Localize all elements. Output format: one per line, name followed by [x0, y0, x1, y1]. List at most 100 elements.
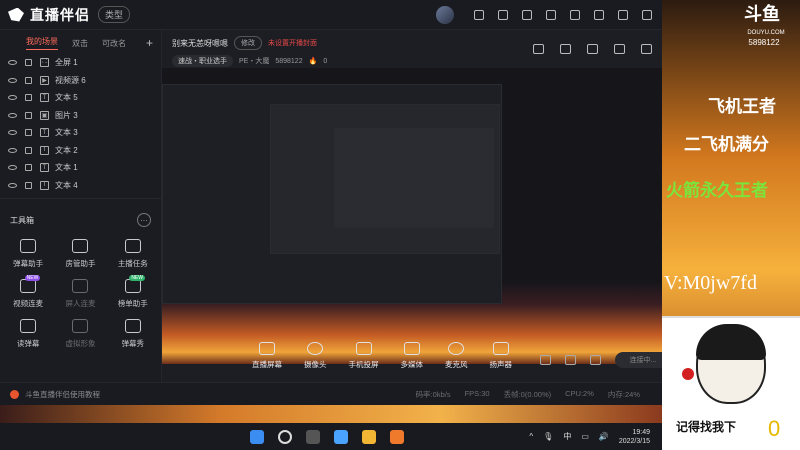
meme-image: 记得找我下 0 [662, 316, 800, 450]
download-icon [72, 319, 89, 333]
tool-video-link[interactable]: NEW 视频连麦 [2, 275, 54, 309]
input-language[interactable]: 中 [563, 431, 571, 442]
source-item[interactable]: T 文本 1 [0, 159, 161, 177]
add-scene-icon[interactable]: + [146, 36, 153, 50]
eye-icon[interactable] [8, 182, 17, 188]
task-icon [124, 239, 141, 253]
lock-icon[interactable] [25, 129, 32, 137]
lock-icon[interactable] [25, 111, 32, 119]
task-view-icon[interactable] [306, 429, 320, 444]
text-icon: T [40, 93, 49, 103]
eye-icon[interactable] [565, 355, 576, 365]
eye-icon[interactable] [8, 95, 17, 101]
source-item[interactable]: ⛶ 全屏 1 [0, 54, 161, 72]
more-icon[interactable]: ··· [137, 213, 151, 227]
scene-tabs: 我的场景 双击 可改名 + [0, 30, 161, 54]
tool-read-danmaku[interactable]: 读弹幕 [2, 319, 54, 349]
chevron-up-icon[interactable]: ^ [529, 432, 533, 441]
douyu-small-icon [10, 389, 19, 399]
gift-icon[interactable] [533, 44, 544, 54]
tool-label: 屏人连麦 [65, 299, 96, 308]
type-badge[interactable]: 类型 [98, 6, 131, 23]
cover-warning[interactable]: 未设置开播封面 [268, 38, 317, 48]
clock[interactable]: 19:49 2022/3/15 [619, 428, 650, 446]
text-icon: T [40, 128, 49, 138]
tool-label: 虚拟形象 [65, 339, 96, 348]
eye-icon[interactable] [8, 60, 17, 66]
volume-icon[interactable]: 🔊 [599, 432, 609, 441]
tool-screen-link[interactable]: 屏人连麦 [54, 279, 106, 309]
edit-title-button[interactable]: 修改 [234, 36, 262, 50]
perf-stats: 码率:0kb/s FPS:30 丢帧:0(0.00%) CPU:2% 内存:24… [416, 389, 662, 400]
media-button[interactable]: 多媒体 [401, 342, 423, 370]
lock-icon[interactable] [25, 146, 32, 154]
lock-icon[interactable] [25, 164, 32, 172]
tutorial-link[interactable]: 斗鱼直播伴侣使用教程 [25, 389, 100, 400]
microphone-button[interactable]: 麦克风 [445, 342, 468, 370]
text-icon: T [40, 180, 49, 190]
stream-preview[interactable] [162, 68, 662, 364]
lock-icon[interactable] [25, 76, 32, 84]
cpu: CPU:2% [565, 388, 594, 398]
source-item[interactable]: T 文本 5 [0, 89, 161, 107]
store-icon[interactable] [334, 429, 348, 444]
record-icon[interactable] [540, 355, 551, 365]
tab-my-scene[interactable]: 我的场景 [26, 36, 58, 50]
tab-double-click[interactable]: 双击 [72, 38, 88, 49]
lock-icon[interactable] [560, 44, 571, 54]
source-item[interactable]: T 文本 2 [0, 142, 161, 160]
speaker-icon [492, 342, 509, 355]
source-item[interactable]: T 文本 4 [0, 177, 161, 195]
tab-rename[interactable]: 可改名 [102, 38, 126, 49]
speaker-button[interactable]: 扬声器 [490, 342, 512, 370]
minimize-icon[interactable] [594, 9, 604, 20]
eye-icon[interactable] [8, 112, 17, 118]
tool-virtual-avatar[interactable]: 虚拟形象 [54, 319, 106, 349]
live-companion-app: 直播伴侣 类型 我的场景 双击 可改名 + ⛶ 全屏 1 ▶ 视频源 6 T 文本 5… [0, 0, 671, 405]
source-item[interactable]: ▶ 视频源 6 [0, 72, 161, 90]
source-label: 文本 4 [55, 180, 78, 190]
category-chip[interactable]: 速战・职业选手 [172, 55, 233, 67]
tool-rank-helper[interactable]: NEW 榜单助手 [107, 275, 159, 309]
settings-icon[interactable] [641, 44, 652, 54]
screen-icon[interactable] [498, 9, 508, 20]
tool-anchor-task[interactable]: 主播任务 [107, 239, 159, 269]
eye-icon[interactable] [8, 130, 17, 136]
network-icon[interactable]: ▭ [581, 432, 589, 441]
tool-label: 视频连麦 [13, 299, 44, 308]
overlay-line-3: 火箭永久王者 [666, 181, 768, 200]
gift-icon[interactable] [522, 9, 532, 20]
download-icon [72, 279, 89, 293]
source-item[interactable]: ▣ 图片 3 [0, 107, 161, 125]
maximize-icon[interactable] [618, 9, 628, 20]
tool-room-manager[interactable]: 房管助手 [54, 239, 106, 269]
source-item[interactable]: T 文本 3 [0, 124, 161, 142]
overlay-line-1: 飞机王者 [708, 97, 776, 116]
eye-icon[interactable] [8, 77, 17, 83]
gear-icon[interactable] [590, 355, 601, 365]
lock-icon[interactable] [25, 94, 32, 102]
mic-tray-icon[interactable]: 🎙 [543, 432, 553, 441]
avatar[interactable] [436, 5, 454, 24]
companion-app-icon[interactable] [362, 429, 376, 444]
screen-capture-button[interactable]: 直播屏幕 [252, 342, 282, 370]
mail-icon[interactable] [474, 9, 484, 20]
lock-icon[interactable] [25, 59, 32, 67]
phone-cast-button[interactable]: 手机投屏 [349, 342, 379, 370]
share-icon[interactable] [587, 44, 598, 54]
tool-danmaku-helper[interactable]: 弹幕助手 [2, 239, 54, 269]
stream-actions: 连接中... [540, 352, 671, 368]
tool-danmaku-show[interactable]: 弹幕秀 [107, 319, 159, 349]
eye-icon[interactable] [8, 165, 17, 171]
lock-icon[interactable] [25, 181, 32, 189]
eye-icon[interactable] [8, 147, 17, 153]
close-icon[interactable] [642, 9, 652, 20]
skin-icon[interactable] [546, 9, 556, 20]
search-icon[interactable] [278, 429, 292, 444]
menu-icon[interactable] [570, 9, 580, 20]
bell-icon[interactable] [614, 44, 625, 54]
windows-start-icon[interactable] [250, 429, 264, 444]
douyu-app-icon[interactable] [390, 429, 404, 444]
toolbox-grid: 弹幕助手 房管助手 主播任务 NEW 视频连麦 屏人连麦 NEW 榜单助手 读弹幕 … [0, 233, 161, 355]
camera-button[interactable]: 摄像头 [304, 342, 327, 370]
